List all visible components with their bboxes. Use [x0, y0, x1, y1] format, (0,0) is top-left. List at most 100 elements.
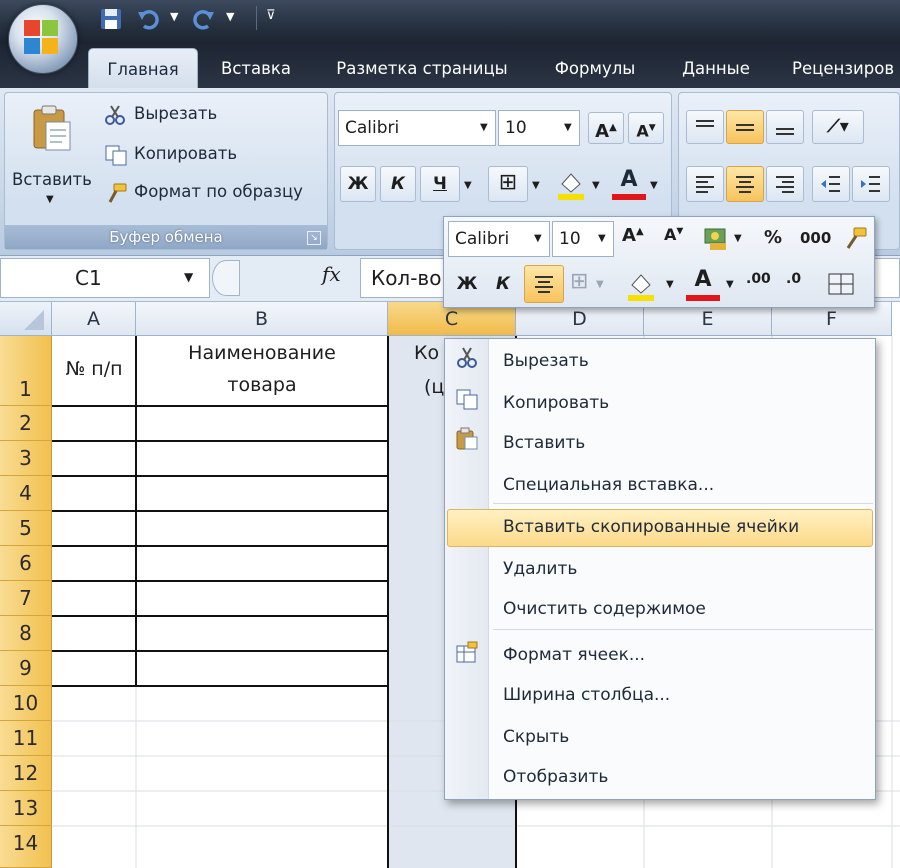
menu-item-column-width[interactable]: Ширина столбца...: [503, 675, 670, 715]
format-painter-button[interactable]: Формат по образцу: [134, 182, 303, 201]
row-header-8[interactable]: 8: [0, 616, 52, 651]
row-header-7[interactable]: 7: [0, 581, 52, 616]
row-header-1[interactable]: 1: [0, 336, 52, 406]
grow-font-button[interactable]: A▲: [588, 112, 624, 144]
mini-thousands-button[interactable]: 000: [800, 229, 831, 247]
tab-home[interactable]: Главная: [88, 48, 198, 88]
menu-item-format-cells[interactable]: Формат ячеек...: [503, 635, 645, 675]
menu-item-cut[interactable]: Вырезать: [503, 341, 589, 381]
dialog-launcher-icon[interactable]: ↘: [307, 231, 321, 245]
mini-increase-decimal-icon[interactable]: .00: [746, 271, 771, 287]
cut-button[interactable]: Вырезать: [134, 104, 217, 123]
italic-button[interactable]: К: [380, 166, 416, 202]
mini-italic-button[interactable]: К: [488, 267, 518, 301]
mini-fill-color-dropdown-icon[interactable]: ▼: [666, 279, 674, 290]
row-header-14[interactable]: 14: [0, 826, 52, 868]
paste-dropdown-icon[interactable]: ▼: [46, 194, 54, 205]
copy-button[interactable]: Копировать: [134, 144, 237, 163]
mini-merge-dropdown-icon[interactable]: ▼: [596, 279, 604, 290]
redo-icon[interactable]: [190, 6, 216, 32]
mini-decrease-decimal-icon[interactable]: .0: [786, 271, 801, 287]
row-header-3[interactable]: 3: [0, 441, 52, 476]
align-bottom-button[interactable]: [766, 110, 804, 144]
borders-button[interactable]: ⊞: [488, 166, 528, 202]
fill-color-icon[interactable]: [554, 166, 588, 202]
tab-data[interactable]: Данные: [668, 48, 764, 88]
cell-c1[interactable]: Ко (ц: [388, 336, 444, 406]
clipboard-group-label: Буфер обмена: [5, 225, 327, 249]
menu-item-hide[interactable]: Скрыть: [503, 717, 569, 757]
mini-percent-button[interactable]: %: [764, 227, 782, 248]
tab-formulas[interactable]: Формулы: [538, 48, 652, 88]
menu-item-paste[interactable]: Вставить: [503, 423, 585, 463]
font-color-dropdown-icon[interactable]: ▼: [650, 180, 658, 191]
menu-item-clear-contents[interactable]: Очистить содержимое: [503, 589, 706, 629]
row-header-10[interactable]: 10: [0, 686, 52, 721]
customize-qat-icon[interactable]: ⊽: [266, 8, 276, 23]
cell-a1[interactable]: № п/п: [52, 352, 136, 386]
row-header-4[interactable]: 4: [0, 476, 52, 511]
mini-shrink-font-button[interactable]: A▼: [664, 225, 683, 244]
mini-accounting-format-icon[interactable]: [702, 225, 730, 253]
mini-center-button[interactable]: [524, 265, 564, 303]
row-header-2[interactable]: 2: [0, 406, 52, 441]
save-icon[interactable]: [98, 6, 124, 32]
paste-icon[interactable]: [30, 104, 74, 154]
bold-button[interactable]: Ж: [340, 166, 376, 202]
undo-dropdown-icon[interactable]: ▼: [170, 10, 178, 23]
menu-item-insert-copied-cells[interactable]: Вставить скопированные ячейки: [503, 507, 799, 547]
underline-button[interactable]: Ч: [420, 166, 460, 202]
font-name-dropdown-icon[interactable]: ▼: [480, 122, 488, 133]
menu-item-paste-special[interactable]: Специальная вставка...: [503, 465, 714, 505]
mini-merge-icon[interactable]: ⊞: [570, 269, 588, 294]
name-box[interactable]: C1: [0, 258, 210, 298]
column-header-a[interactable]: A: [52, 302, 136, 336]
cell-b1[interactable]: Наименование товара: [136, 336, 388, 406]
align-center-button[interactable]: [726, 166, 764, 202]
mini-bold-button[interactable]: Ж: [452, 267, 482, 301]
font-name-field[interactable]: Calibri: [338, 110, 496, 146]
mini-fill-color-icon[interactable]: [624, 267, 658, 303]
insert-function-icon[interactable]: fx: [322, 262, 341, 286]
select-all-button[interactable]: [0, 302, 52, 336]
name-box-dropdown-icon[interactable]: ▼: [184, 270, 193, 284]
increase-indent-button[interactable]: [852, 166, 890, 202]
menu-item-copy[interactable]: Копировать: [503, 383, 609, 423]
align-middle-button[interactable]: [726, 110, 764, 144]
tab-review[interactable]: Рецензиров: [780, 48, 900, 88]
menu-item-unhide[interactable]: Отобразить: [503, 757, 608, 797]
row-header-6[interactable]: 6: [0, 546, 52, 581]
mini-accounting-dropdown-icon[interactable]: ▼: [734, 233, 742, 244]
row-header-9[interactable]: 9: [0, 651, 52, 686]
redo-dropdown-icon[interactable]: ▼: [226, 10, 234, 23]
mini-format-painter-icon[interactable]: [842, 225, 868, 251]
underline-dropdown-icon[interactable]: ▼: [464, 180, 472, 191]
mini-grow-font-button[interactable]: A▲: [622, 225, 644, 246]
row-header-12[interactable]: 12: [0, 756, 52, 791]
shrink-font-button[interactable]: A▼: [628, 112, 664, 144]
mini-font-color-button[interactable]: A: [686, 265, 720, 303]
row-header-13[interactable]: 13: [0, 791, 52, 826]
tab-insert[interactable]: Вставка: [210, 48, 302, 88]
column-header-b[interactable]: B: [136, 302, 388, 336]
mini-font-size-dropdown-icon[interactable]: ▼: [598, 233, 606, 244]
tab-page-layout[interactable]: Разметка страницы: [322, 48, 522, 88]
menu-item-delete[interactable]: Удалить: [503, 549, 577, 589]
align-left-button[interactable]: [686, 166, 724, 202]
mini-borders-icon[interactable]: [826, 269, 856, 299]
formula-bar-splitter[interactable]: [212, 260, 240, 296]
orientation-button[interactable]: ⟋▾: [812, 110, 864, 144]
decrease-indent-button[interactable]: [812, 166, 850, 202]
align-top-button[interactable]: [686, 110, 724, 144]
mini-font-name-dropdown-icon[interactable]: ▼: [534, 233, 542, 244]
undo-icon[interactable]: [136, 6, 162, 32]
paste-button-label[interactable]: Вставить: [12, 170, 92, 189]
row-header-5[interactable]: 5: [0, 511, 52, 546]
align-right-button[interactable]: [766, 166, 804, 202]
font-color-button[interactable]: A: [612, 166, 646, 202]
row-header-11[interactable]: 11: [0, 721, 52, 756]
mini-font-color-dropdown-icon[interactable]: ▼: [726, 279, 734, 290]
font-size-dropdown-icon[interactable]: ▼: [564, 122, 572, 133]
borders-dropdown-icon[interactable]: ▼: [532, 180, 540, 191]
fill-color-dropdown-icon[interactable]: ▼: [592, 180, 600, 191]
